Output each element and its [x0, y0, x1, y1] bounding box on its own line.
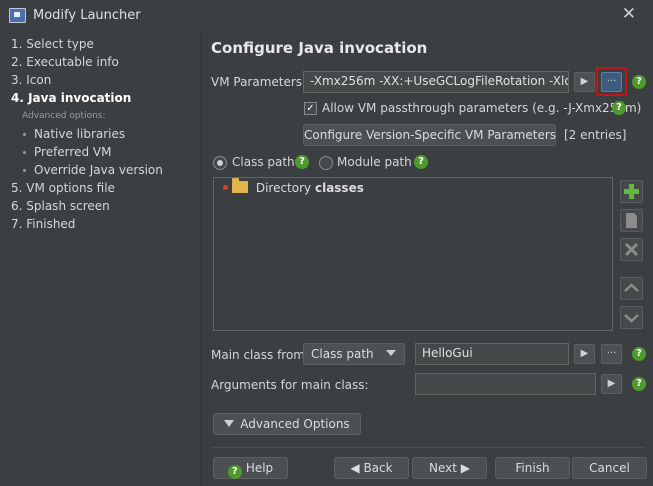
bullet-icon — [23, 133, 26, 136]
main-class-browse-button[interactable]: ··· — [601, 344, 622, 364]
highlight-box — [596, 67, 627, 96]
main-class-input[interactable]: HelloGui — [415, 343, 569, 365]
triangle-down-icon — [224, 420, 235, 427]
step-java-invocation[interactable]: 4. Java invocation — [11, 91, 131, 105]
edit-entry-button[interactable] — [620, 209, 643, 232]
help-button-label: Help — [245, 461, 274, 475]
step-override-java-version-label: Override Java version — [34, 163, 163, 177]
list-item-prefix: Directory — [255, 181, 312, 195]
bullet-icon — [23, 169, 26, 172]
step-native-libraries-label: Native libraries — [34, 127, 126, 141]
page-title: Configure Java invocation — [211, 39, 428, 57]
delete-icon — [624, 242, 639, 257]
configure-version-specific-button[interactable]: Configure Version-Specific VM Parameters — [303, 124, 556, 146]
module-path-radio[interactable] — [319, 156, 333, 170]
move-up-button[interactable] — [620, 277, 643, 300]
folder-icon — [232, 178, 248, 193]
advanced-options-label: Advanced Options — [240, 417, 350, 431]
help-icon[interactable]: ? — [295, 155, 309, 169]
app-icon — [9, 8, 26, 23]
step-vm-options-file[interactable]: 5. VM options file — [11, 181, 115, 195]
help-icon[interactable]: ? — [414, 155, 428, 169]
allow-passthrough-checkbox[interactable]: ✓ — [304, 102, 317, 115]
add-entry-button[interactable] — [620, 180, 643, 203]
step-finished[interactable]: 7. Finished — [11, 217, 75, 231]
module-path-label: Module path — [337, 155, 412, 169]
help-button[interactable]: ? Help — [213, 457, 288, 479]
class-path-radio[interactable] — [213, 156, 227, 170]
version-entries-count: [2 entries] — [564, 128, 627, 142]
help-icon[interactable]: ? — [632, 347, 646, 361]
document-icon — [626, 213, 637, 228]
finish-button[interactable]: Finish — [495, 457, 570, 479]
step-splash-screen[interactable]: 6. Splash screen — [11, 199, 110, 213]
bullet-icon — [23, 151, 26, 154]
cancel-button[interactable]: Cancel — [572, 457, 647, 479]
wizard-steps-sidebar: 1. Select type 2. Executable info 3. Ico… — [0, 31, 202, 486]
help-icon[interactable]: ? — [612, 101, 626, 115]
move-down-button[interactable] — [620, 306, 643, 329]
advanced-options-caption: Advanced options: — [22, 111, 106, 121]
classpath-list[interactable]: Directory classes — [213, 177, 613, 331]
plus-icon — [624, 184, 639, 199]
main-class-source-value: Class path — [311, 347, 374, 361]
step-select-type[interactable]: 1. Select type — [11, 37, 94, 51]
chevron-down-icon — [624, 314, 639, 323]
help-icon[interactable]: ? — [632, 75, 646, 89]
arguments-label: Arguments for main class: — [211, 378, 369, 392]
main-class-from-label: Main class from — [211, 348, 305, 362]
step-preferred-vm-label: Preferred VM — [34, 145, 112, 159]
vm-parameters-insert-button[interactable]: ▶ — [574, 72, 595, 92]
chevron-up-icon — [624, 283, 639, 292]
arguments-input[interactable] — [415, 373, 596, 395]
advanced-options-button[interactable]: Advanced Options — [213, 413, 361, 435]
close-icon[interactable]: ✕ — [622, 6, 636, 23]
chevron-down-icon — [386, 350, 396, 356]
class-path-label: Class path — [232, 155, 295, 169]
step-executable-info[interactable]: 2. Executable info — [11, 55, 119, 69]
step-preferred-vm[interactable]: Preferred VM — [23, 145, 111, 159]
help-icon: ? — [227, 465, 242, 479]
back-button[interactable]: ◀ Back — [334, 457, 409, 479]
title-bar: Modify Launcher ✕ — [0, 0, 653, 32]
list-item-name: classes — [314, 181, 364, 195]
footer-divider — [211, 447, 645, 448]
step-icon[interactable]: 3. Icon — [11, 73, 51, 87]
vm-parameters-label: VM Parameters: — [211, 75, 307, 89]
step-override-java-version[interactable]: Override Java version — [23, 163, 163, 177]
main-class-insert-button[interactable]: ▶ — [574, 344, 595, 364]
help-icon[interactable]: ? — [632, 377, 646, 391]
main-class-source-dropdown[interactable]: Class path — [303, 343, 405, 365]
remove-entry-button[interactable] — [620, 238, 643, 261]
vm-parameters-input[interactable]: -Xmx256m -XX:+UseGCLogFileRotation -Xlog… — [303, 71, 569, 93]
main-panel: Configure Java invocation VM Parameters:… — [202, 31, 653, 486]
status-dot-icon — [223, 185, 228, 190]
step-native-libraries[interactable]: Native libraries — [23, 127, 125, 141]
next-button[interactable]: Next ▶ — [412, 457, 487, 479]
allow-passthrough-label: Allow VM passthrough parameters (e.g. -J… — [322, 101, 642, 115]
window-title: Modify Launcher — [33, 8, 141, 23]
list-item[interactable]: Directory classes — [223, 178, 364, 195]
arguments-insert-button[interactable]: ▶ — [601, 374, 622, 394]
